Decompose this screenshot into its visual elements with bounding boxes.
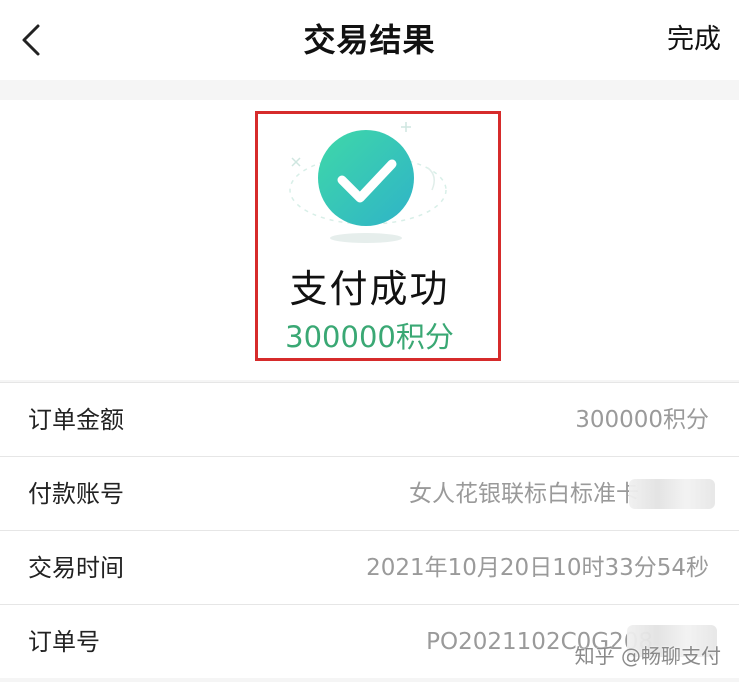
payment-status: 支付成功: [289, 267, 450, 311]
detail-label: 订单号: [28, 628, 100, 656]
detail-label: 交易时间: [28, 554, 124, 582]
detail-value: 2021年10月20日10时33分54秒: [366, 555, 709, 581]
list-item: 订单金额 300000积分: [0, 382, 739, 456]
payment-amount: 300000积分: [285, 320, 454, 354]
detail-label: 付款账号: [28, 480, 124, 508]
page-title: 交易结果: [303, 21, 436, 59]
check-circle-icon: [289, 122, 447, 243]
redacted-area: [629, 479, 715, 509]
done-button[interactable]: 完成: [667, 0, 721, 80]
order-details-list: 订单金额 300000积分 付款账号 女人花银联标白标准卡 交易时间 2021年…: [0, 382, 739, 678]
list-item: 付款账号 女人花银联标白标准卡: [0, 456, 739, 530]
watermark: 知乎 @畅聊支付: [574, 644, 721, 668]
list-item: 交易时间 2021年10月20日10时33分54秒: [0, 530, 739, 604]
detail-value: 女人花银联标白标准卡: [409, 481, 639, 507]
detail-label: 订单金额: [28, 406, 124, 434]
detail-value: 300000积分: [575, 407, 709, 433]
top-bar: 交易结果 完成: [0, 0, 739, 80]
